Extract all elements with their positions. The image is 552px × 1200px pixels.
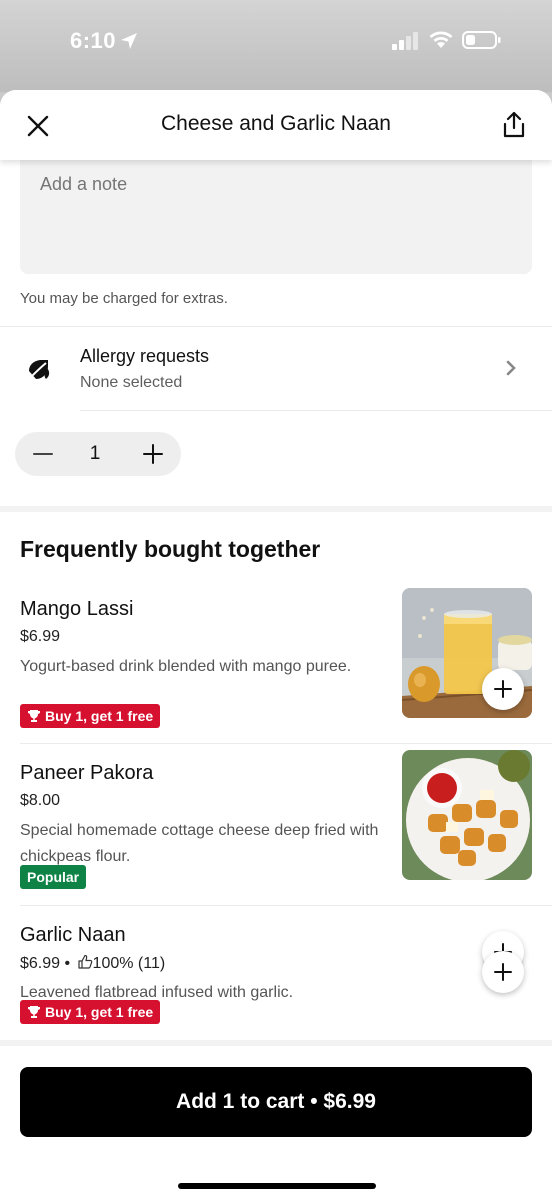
allergy-subtitle: None selected — [80, 374, 183, 391]
item-price-rating: $6.99 • 100% (11) — [20, 954, 165, 973]
promo-badge-label: Buy 1, get 1 free — [45, 1004, 154, 1020]
battery-icon — [462, 31, 501, 49]
frequently-bought-title: Frequently bought together — [20, 536, 321, 562]
item-name: Paneer Pakora — [20, 762, 154, 784]
sheet-header: Cheese and Garlic Naan — [0, 90, 552, 160]
section-separator — [0, 506, 552, 512]
status-time: 6:10 — [70, 28, 117, 53]
divider — [0, 326, 552, 327]
page-title: Cheese and Garlic Naan — [161, 112, 391, 135]
allergy-requests-row[interactable]: Allergy requests None selected — [0, 328, 552, 410]
item-rating: 100% (11) — [92, 955, 166, 972]
item-description: Yogurt-based drink blended with mango pu… — [20, 658, 352, 675]
list-item-paneer-pakora[interactable]: Paneer Pakora $8.00 Special homemade cot… — [0, 750, 552, 973]
plus-icon — [494, 680, 512, 698]
item-name: Garlic Naan — [20, 924, 126, 946]
item-price: $8.00 — [20, 792, 61, 809]
divider — [20, 743, 552, 744]
status-bar: 6:10 — [0, 0, 552, 92]
quantity-stepper: 1 — [15, 432, 181, 476]
section-separator — [0, 1040, 552, 1046]
extras-charge-note: You may be charged for extras. — [20, 290, 228, 307]
cellular-signal-icon — [392, 32, 418, 50]
add-to-cart-button[interactable]: Add 1 to cart • $6.99 — [20, 1067, 532, 1137]
promo-badge-label: Buy 1, get 1 free — [45, 708, 154, 724]
item-name: Mango Lassi — [20, 598, 134, 620]
allergy-title: Allergy requests — [80, 346, 210, 366]
minus-icon[interactable] — [29, 440, 57, 468]
share-icon[interactable] — [500, 110, 528, 140]
plus-icon — [494, 963, 512, 981]
trophy-icon — [28, 710, 40, 722]
promo-badge: Buy 1, get 1 free — [20, 1000, 161, 1024]
divider — [80, 410, 552, 411]
list-item-mango-lassi[interactable]: Mango Lassi $6.99 Yogurt-based drink ble… — [0, 588, 552, 743]
chevron-right-icon — [506, 360, 516, 376]
popular-badge: Popular — [20, 865, 87, 889]
home-indicator — [178, 1183, 376, 1189]
location-arrow-icon — [121, 33, 137, 49]
add-item-button[interactable] — [482, 668, 524, 710]
item-price: $6.99 — [20, 628, 61, 645]
plus-icon[interactable] — [139, 440, 167, 468]
list-item-garlic-naan[interactable]: Garlic Naan $6.99 • 100% (11) Leavened f… — [0, 924, 552, 1034]
item-description: Special homemade cottage cheese deep fri… — [20, 822, 379, 865]
item-detail-sheet: Cheese and Garlic Naan You may be charge… — [0, 90, 552, 1200]
trophy-icon — [28, 1006, 40, 1018]
add-item-button[interactable] — [482, 951, 524, 993]
quantity-value: 1 — [89, 443, 101, 464]
divider — [20, 905, 552, 906]
note-input[interactable] — [20, 152, 532, 274]
wifi-icon — [429, 31, 453, 48]
item-price: $6.99 • — [20, 955, 71, 972]
paneer-pakora-image — [402, 750, 532, 880]
promo-badge: Buy 1, get 1 free — [20, 704, 161, 728]
thumbs-up-icon — [77, 954, 92, 969]
allergy-leaf-icon — [29, 360, 50, 379]
